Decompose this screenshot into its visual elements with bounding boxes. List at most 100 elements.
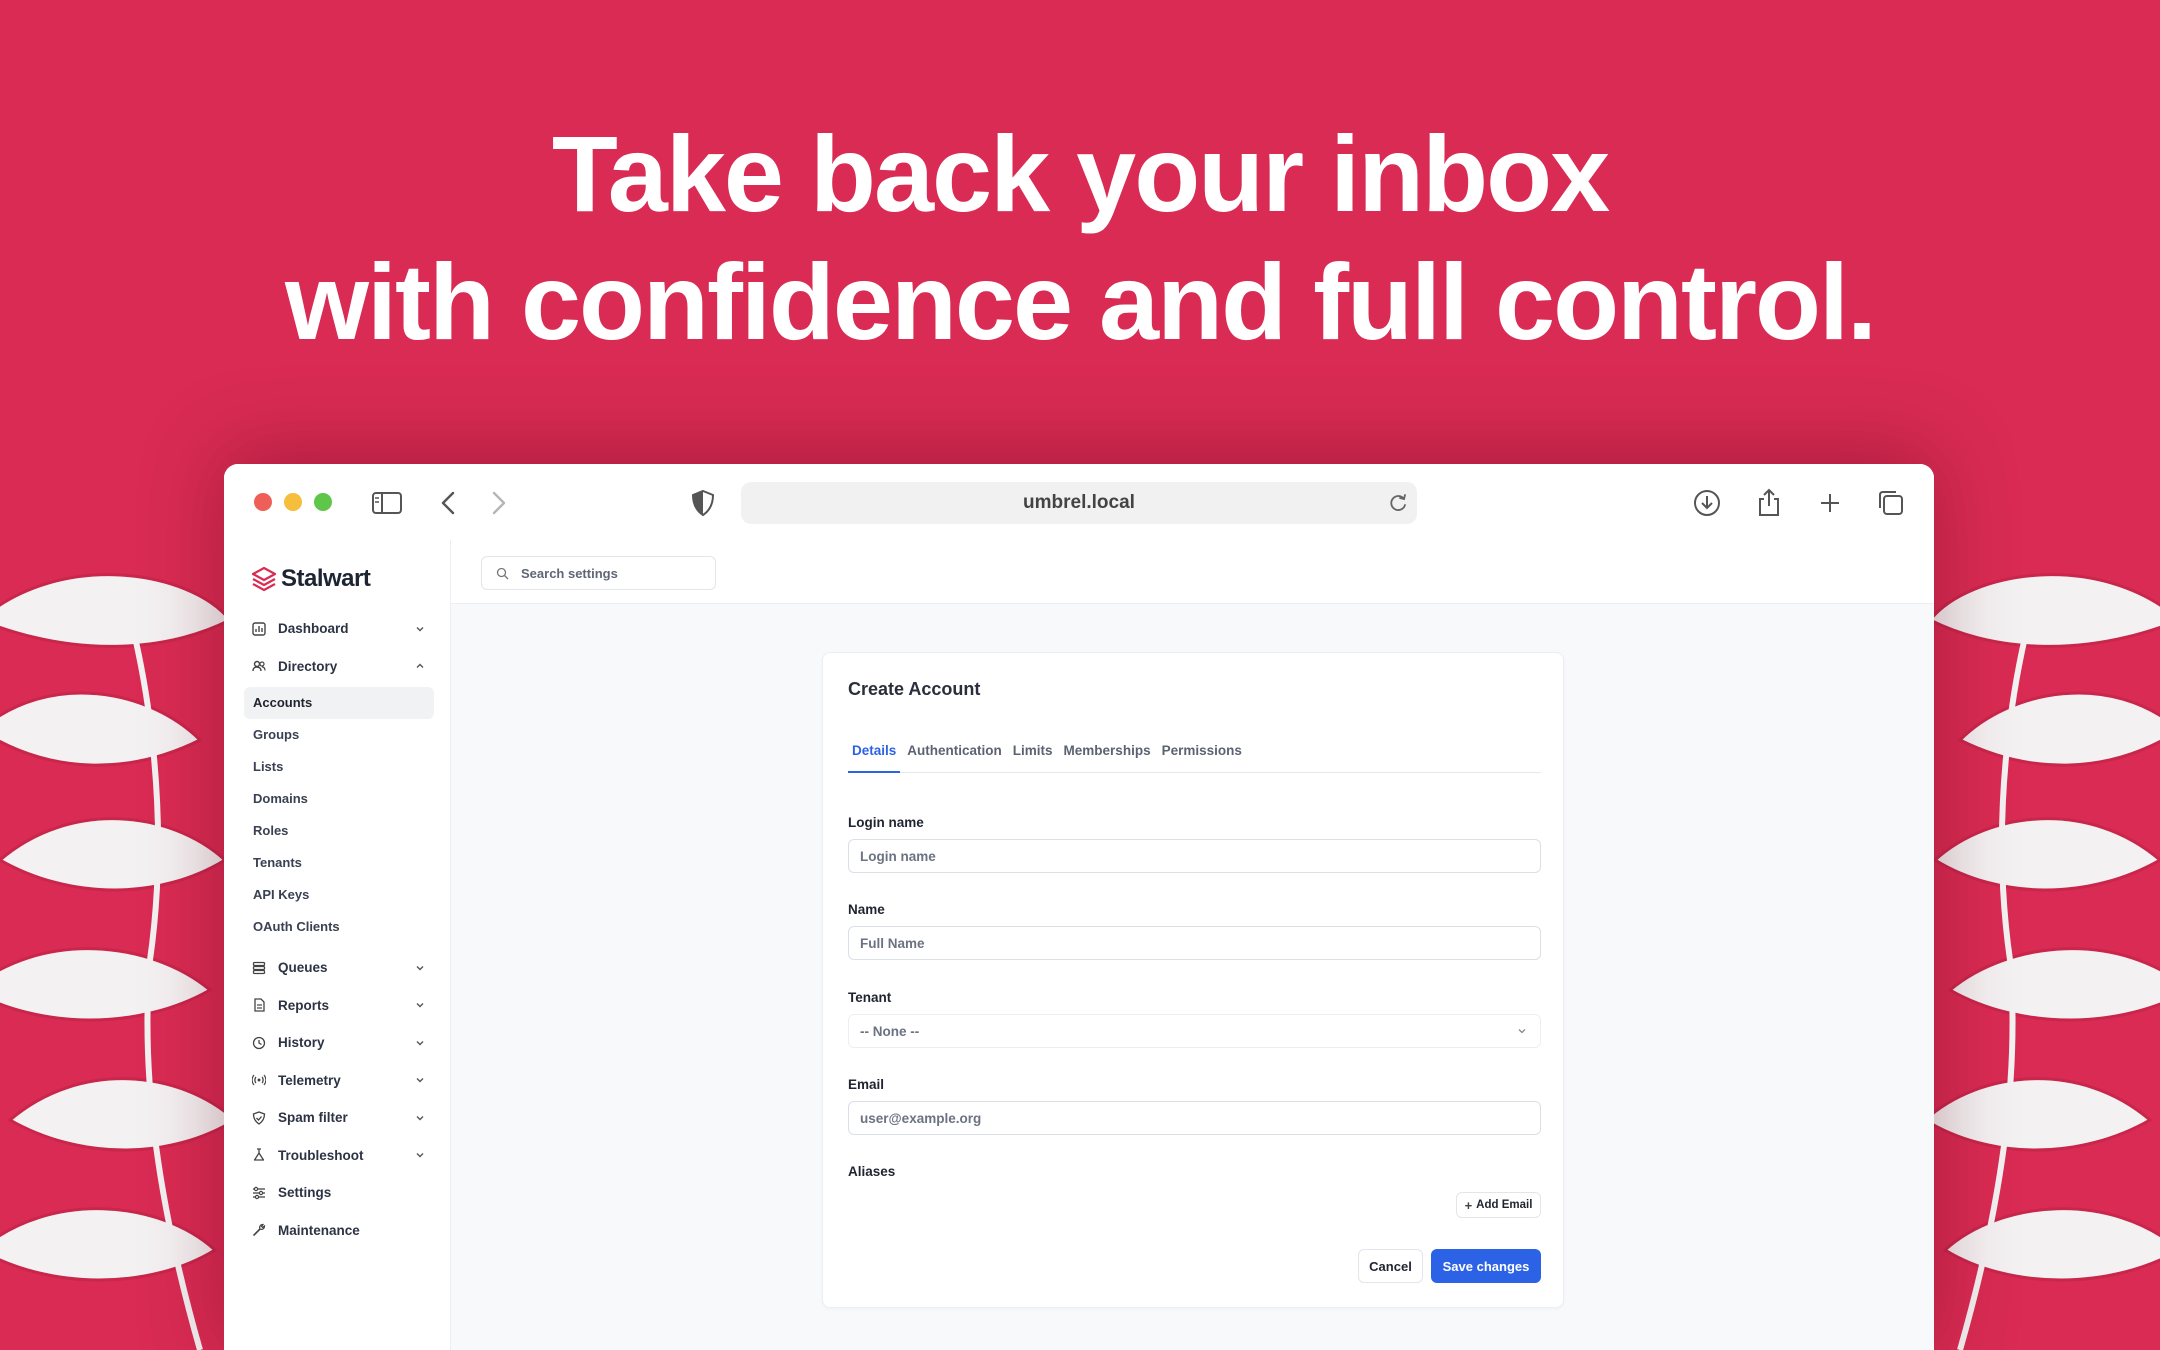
create-account-card: Create Account Details Authentication Li… (822, 652, 1564, 1308)
save-changes-button[interactable]: Save changes (1431, 1249, 1541, 1283)
nav-troubleshoot[interactable]: Troubleshoot (244, 1137, 434, 1175)
chevron-down-icon (1518, 1029, 1526, 1034)
directory-submenu: Accounts Groups Lists Domains Roles Tena… (244, 685, 434, 949)
email-field[interactable] (848, 1101, 1541, 1135)
nav-settings-label: Settings (278, 1185, 332, 1201)
sidebar-item-tenants[interactable]: Tenants (244, 847, 434, 879)
search-settings[interactable] (481, 556, 716, 590)
tenant-label: Tenant (848, 990, 892, 1005)
name-field[interactable] (848, 926, 1541, 960)
sidebar-nav: Dashboard Directory Accounts Groups List… (244, 610, 434, 1249)
directory-icon (252, 661, 266, 672)
chevron-down-icon (416, 965, 424, 971)
shield-icon[interactable] (686, 486, 720, 520)
browser-toolbar: umbrel.local (224, 464, 1934, 540)
nav-telemetry-label: Telemetry (278, 1072, 341, 1088)
aliases-label: Aliases (848, 1164, 896, 1179)
name-label: Name (848, 902, 885, 917)
nav-telemetry[interactable]: Telemetry (244, 1062, 434, 1100)
new-tab-icon[interactable] (1813, 486, 1847, 520)
tab-authentication[interactable]: Authentication (903, 737, 1006, 773)
headline-line-1: Take back your inbox (551, 113, 1610, 234)
tab-permissions[interactable]: Permissions (1158, 737, 1246, 773)
login-name-label: Login name (848, 815, 924, 830)
maximize-window-button[interactable] (314, 493, 332, 511)
foliage-right-decoration (1922, 573, 2160, 1350)
login-name-input[interactable] (849, 840, 1540, 872)
nav-history[interactable]: History (244, 1024, 434, 1062)
full-name-input[interactable] (849, 927, 1540, 959)
nav-reports-label: Reports (278, 997, 330, 1013)
tab-limits[interactable]: Limits (1009, 737, 1057, 773)
plus-icon: + (1464, 1197, 1473, 1213)
nav-queues[interactable]: Queues (244, 949, 434, 987)
chevron-down-icon (416, 1003, 424, 1008)
login-name-field[interactable] (848, 839, 1541, 873)
history-icon (252, 1036, 266, 1049)
chevron-down-icon (416, 1040, 424, 1046)
sidebar-item-groups[interactable]: Groups (244, 719, 434, 751)
nav-queues-label: Queues (278, 960, 328, 976)
nav-dashboard-label: Dashboard (278, 621, 349, 637)
sidebar-item-roles[interactable]: Roles (244, 815, 434, 847)
cancel-button[interactable]: Cancel (1358, 1249, 1423, 1283)
nav-reports[interactable]: Reports (244, 987, 434, 1025)
wrench-icon (253, 1224, 266, 1237)
queues-icon (252, 961, 266, 974)
page-title: Create Account (848, 679, 981, 699)
sidebar-item-accounts[interactable]: Accounts (244, 687, 434, 719)
tabs-overview-icon[interactable] (1874, 486, 1908, 520)
reload-icon[interactable] (1385, 490, 1411, 516)
brand-logo[interactable]: Stalwart (251, 564, 371, 594)
minimize-window-button[interactable] (284, 493, 302, 511)
chevron-down-icon (416, 1153, 424, 1158)
brand-name: Stalwart (281, 565, 371, 592)
sidebar-item-oauth-clients[interactable]: OAuth Clients (244, 911, 434, 943)
chevron-up-icon (416, 663, 424, 669)
nav-maintenance[interactable]: Maintenance (244, 1212, 434, 1250)
reports-icon (254, 998, 265, 1012)
sliders-icon (253, 1186, 265, 1199)
nav-dashboard[interactable]: Dashboard (244, 610, 434, 648)
browser-window: umbrel.local Stalwart Dashboard Director… (224, 464, 1934, 1350)
tenant-select[interactable]: -- None -- (848, 1014, 1541, 1048)
chevron-down-icon (416, 626, 424, 632)
dashboard-icon (252, 622, 266, 636)
nav-directory[interactable]: Directory (244, 648, 434, 686)
tab-details[interactable]: Details (848, 737, 901, 773)
close-window-button[interactable] (254, 493, 272, 511)
headline: Take back your inbox with confidence and… (0, 110, 2160, 366)
sidebar-item-lists[interactable]: Lists (244, 751, 434, 783)
download-icon[interactable] (1690, 486, 1724, 520)
search-icon (496, 567, 509, 579)
stalwart-logo-icon (251, 566, 277, 592)
address-bar[interactable]: umbrel.local (741, 482, 1417, 524)
nav-spam-filter[interactable]: Spam filter (244, 1099, 434, 1137)
back-icon[interactable] (432, 486, 466, 520)
search-input[interactable] (521, 565, 711, 581)
shield-check-icon (252, 1111, 266, 1125)
tab-memberships[interactable]: Memberships (1060, 737, 1155, 773)
forward-icon[interactable] (481, 486, 515, 520)
telemetry-icon (252, 1074, 266, 1086)
nav-maintenance-label: Maintenance (278, 1222, 360, 1238)
app-topbar (451, 540, 1934, 604)
form-tabs: Details Authentication Limits Membership… (848, 737, 1541, 773)
nav-troubleshoot-label: Troubleshoot (278, 1147, 364, 1163)
email-input[interactable] (849, 1102, 1540, 1134)
chevron-down-icon (416, 1078, 424, 1083)
sidebar-item-domains[interactable]: Domains (244, 783, 434, 815)
sidebar-toggle-icon[interactable] (370, 486, 404, 520)
headline-line-2: with confidence and full control. (284, 241, 1877, 362)
sidebar-item-api-keys[interactable]: API Keys (244, 879, 434, 911)
share-icon[interactable] (1752, 486, 1786, 520)
nav-directory-label: Directory (278, 658, 338, 674)
foliage-left-decoration (0, 573, 238, 1350)
chevron-down-icon (416, 1115, 424, 1121)
add-email-button[interactable]: + Add Email (1456, 1192, 1541, 1218)
nav-settings[interactable]: Settings (244, 1174, 434, 1212)
nav-spam-filter-label: Spam filter (278, 1110, 348, 1126)
add-email-label: Add Email (1476, 1199, 1533, 1211)
email-label: Email (848, 1077, 885, 1092)
url-text: umbrel.local (1023, 492, 1135, 513)
